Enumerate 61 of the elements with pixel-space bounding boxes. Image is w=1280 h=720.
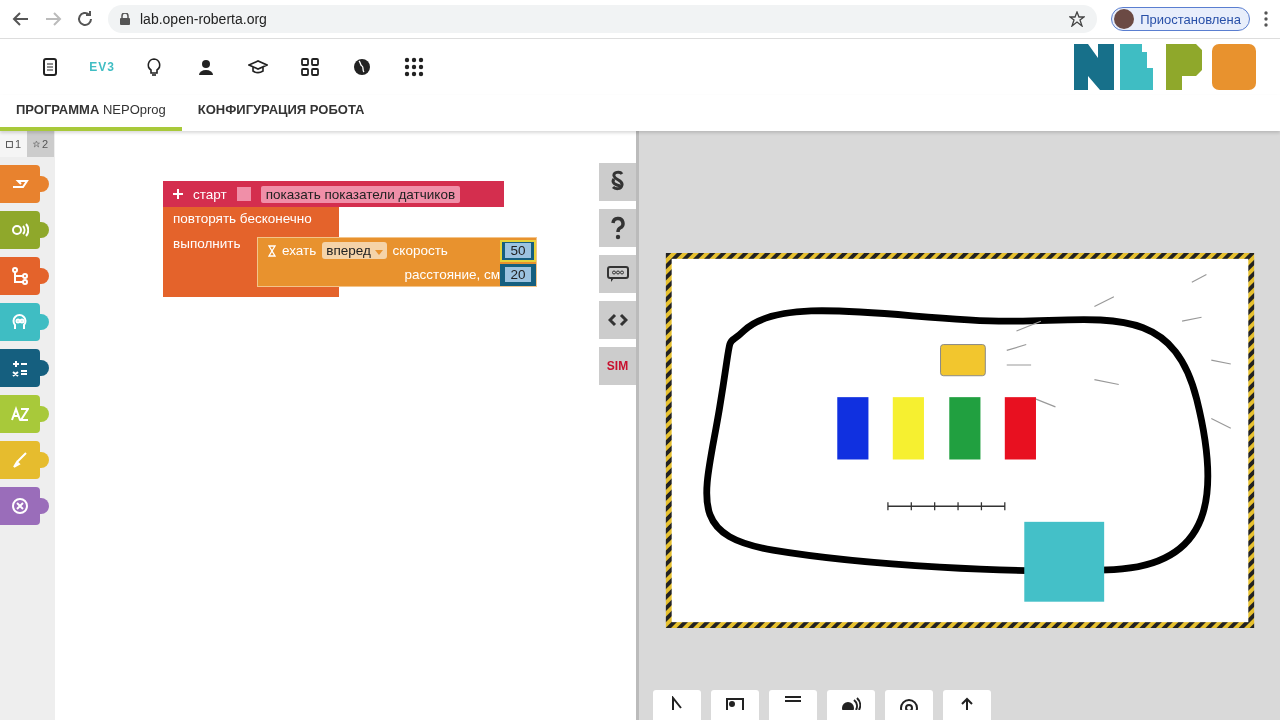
block-label: расстояние, см: [404, 267, 500, 282]
reload-icon[interactable]: [76, 10, 94, 28]
more-menu-icon[interactable]: [1264, 11, 1268, 27]
globe-icon: [352, 57, 372, 77]
document-icon: [40, 57, 60, 77]
plus-icon: [173, 189, 183, 199]
caret-icon: [374, 250, 383, 255]
comment-icon: [606, 265, 629, 283]
side-button[interactable]: [599, 209, 636, 247]
star-icon: [33, 139, 40, 149]
sim-toolbar-button[interactable]: [827, 690, 875, 720]
side-button[interactable]: [599, 255, 636, 293]
url-text: lab.open-roberta.org: [140, 11, 267, 27]
star-icon[interactable]: [1069, 11, 1086, 27]
sensor-waves-icon: [11, 221, 29, 239]
head-icon: [11, 313, 29, 331]
side-button[interactable]: [599, 163, 636, 201]
block-label: скорость: [392, 243, 448, 258]
lock-icon: [120, 13, 130, 25]
start-block[interactable]: старт показать показатели датчиков: [163, 181, 504, 207]
image-icon: [725, 696, 745, 710]
code-brackets-icon: [607, 313, 628, 327]
checkbox[interactable]: [236, 187, 251, 201]
az-letters-icon: [11, 405, 29, 423]
sim-toolbar-button[interactable]: [769, 690, 817, 720]
lightbulb-icon: [144, 57, 164, 77]
circle-cross-icon: [11, 497, 29, 515]
question-mark-icon: [609, 216, 626, 240]
apps-icon: [404, 57, 424, 77]
target-icon: [899, 696, 919, 710]
user-icon: [196, 57, 216, 77]
block-label: повторять бесконечно: [173, 211, 312, 226]
level-tab[interactable]: 2: [27, 131, 54, 157]
side-button[interactable]: [599, 301, 636, 339]
tab[interactable]: КОНФИГУРАЦИЯ РОБОТА: [181, 102, 381, 131]
address-bar[interactable]: lab.open-roberta.org: [108, 5, 1098, 33]
branch-icon: [11, 267, 29, 285]
drive-block[interactable]: ехать вперед скорость 50 расстояние, см 20: [257, 237, 537, 287]
sim-toolbar-button[interactable]: [653, 690, 701, 720]
profile-button[interactable]: Приостановлена: [1111, 7, 1250, 31]
sim-toolbar-button[interactable]: [943, 690, 991, 720]
back-arrow-icon[interactable]: [12, 10, 30, 28]
hourglass-icon: [268, 244, 276, 257]
math-symbols-icon: [11, 359, 29, 377]
number-input[interactable]: 50: [500, 239, 536, 262]
square-icon: [6, 140, 13, 148]
direction-dropdown[interactable]: вперед: [322, 242, 387, 259]
block-label: ехать: [282, 243, 317, 258]
sim-button[interactable]: SIM: [599, 347, 636, 385]
sim-toolbar-button[interactable]: [885, 690, 933, 720]
avatar: [1114, 9, 1135, 29]
grid-icon: [300, 57, 320, 77]
number-input[interactable]: 20: [500, 263, 536, 286]
sim-toolbar-button[interactable]: [711, 690, 759, 720]
block-label: старт: [193, 186, 227, 202]
screen-icon: [785, 696, 801, 702]
brush-icon: [11, 451, 29, 469]
sound-waves-icon: [841, 696, 861, 710]
block-label: выполнить: [173, 236, 241, 251]
level-tab[interactable]: 1: [0, 131, 27, 157]
block-label: показать показатели датчиков: [260, 185, 461, 203]
